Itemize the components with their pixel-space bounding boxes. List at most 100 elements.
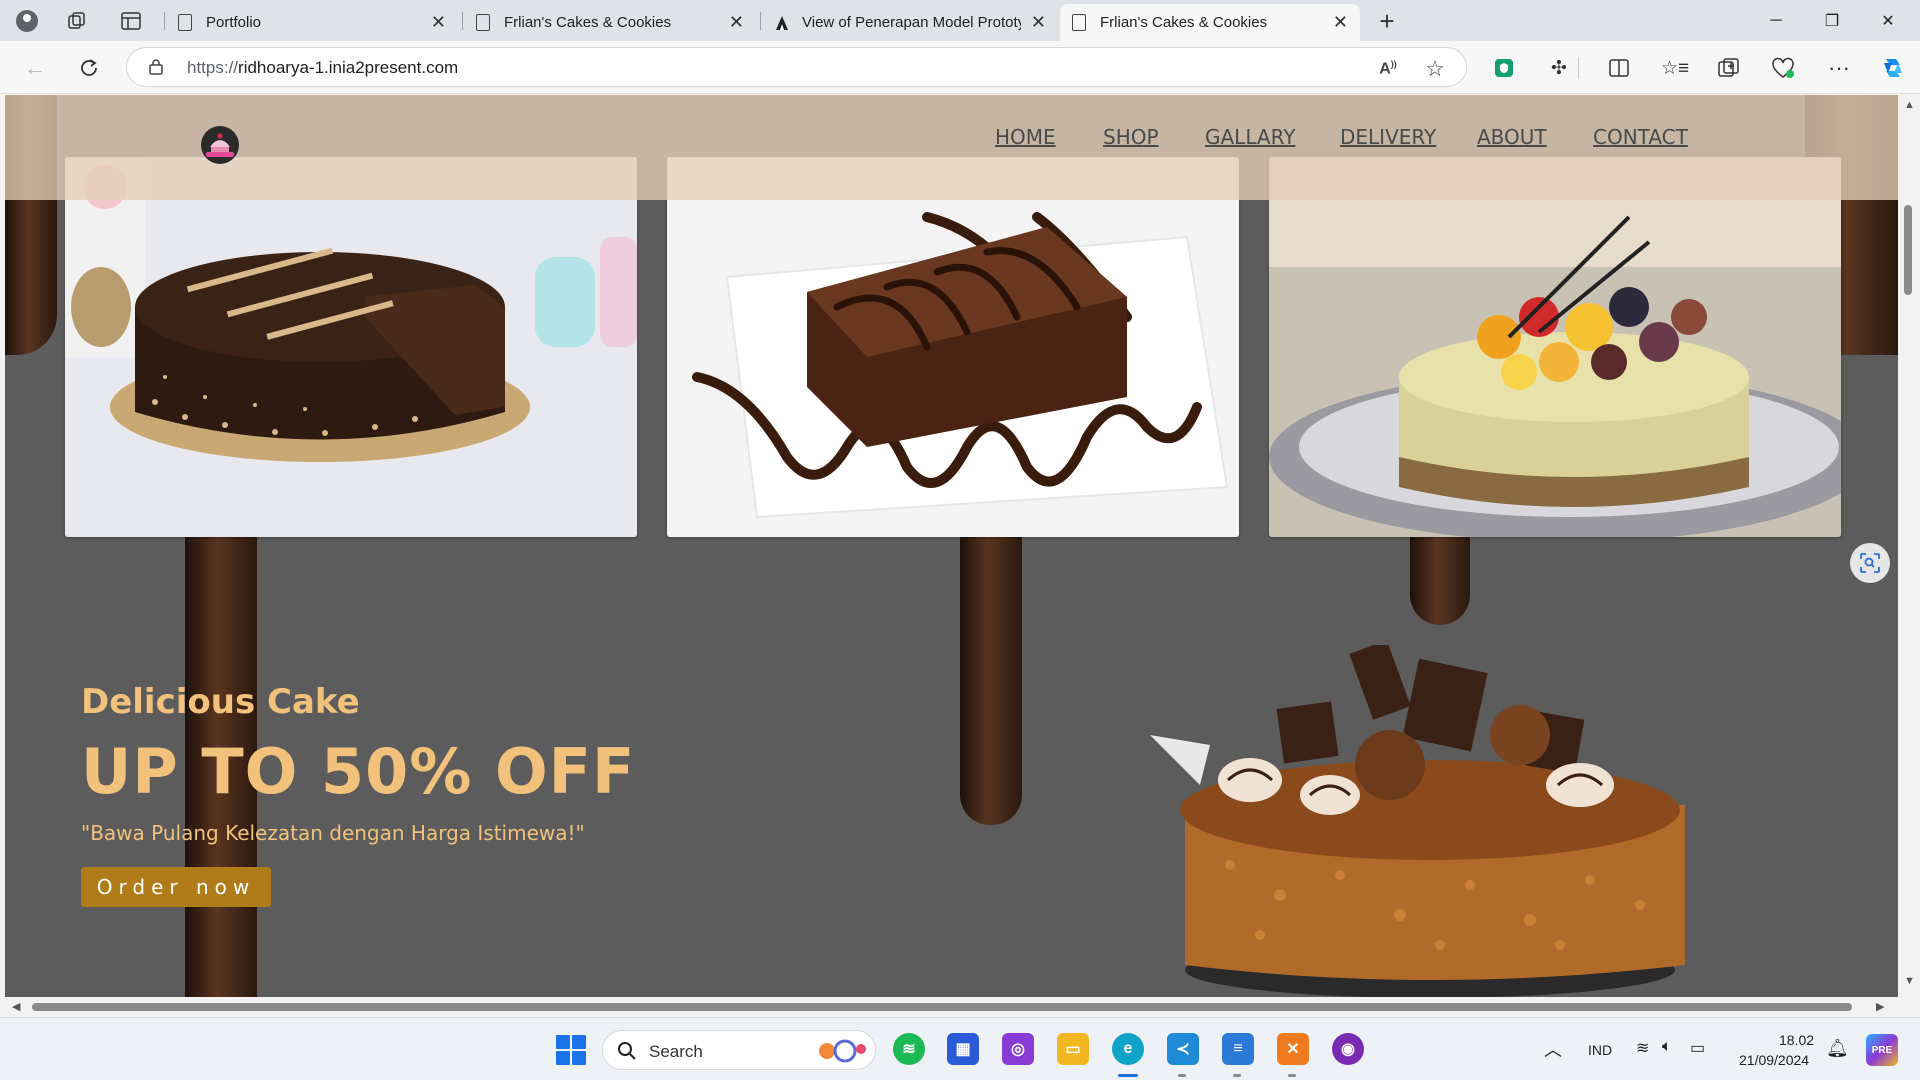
browser-tab-penerapan[interactable]: View of Penerapan Model Prototy ✕ bbox=[762, 4, 1058, 41]
url-host: ridhoarya-1.inia2present.com bbox=[238, 58, 459, 77]
browser-tab-portfolio[interactable]: Portfolio ✕ bbox=[166, 4, 458, 41]
collections-button[interactable] bbox=[1716, 55, 1742, 81]
file-explorer-app[interactable]: ▭ bbox=[1057, 1033, 1089, 1065]
workspaces-button[interactable] bbox=[64, 8, 90, 34]
clock-date[interactable]: 21/09/2024 bbox=[1739, 1052, 1809, 1068]
bakery-logo[interactable] bbox=[198, 125, 242, 165]
scroll-right-arrow-icon[interactable]: ▶ bbox=[1876, 1000, 1884, 1013]
vertical-scroll-thumb[interactable] bbox=[1904, 205, 1912, 295]
taskbar-search[interactable]: Search bbox=[602, 1030, 876, 1070]
nav-gallery[interactable]: GALLARY bbox=[1205, 125, 1295, 149]
volume-icon[interactable]: 🔈︎ bbox=[1662, 1038, 1672, 1056]
minimize-icon: ─ bbox=[1770, 11, 1782, 29]
browser-tab-cakes-active[interactable]: Frlian's Cakes & Cookies ✕ bbox=[1060, 4, 1360, 41]
github-icon: ◉ bbox=[1341, 1041, 1355, 1058]
xampp-icon: ✕ bbox=[1286, 1041, 1300, 1058]
close-tab-icon[interactable]: ✕ bbox=[1031, 12, 1046, 33]
document-favicon bbox=[774, 14, 790, 32]
back-button[interactable]: ← bbox=[20, 53, 50, 83]
tab-label: Frlian's Cakes & Cookies bbox=[504, 14, 672, 31]
address-bar[interactable]: https://ridhoarya-1.inia2present.com A))… bbox=[126, 47, 1467, 87]
product-card-fruit-cheesecake[interactable] bbox=[1269, 157, 1841, 537]
vertical-tabs-button[interactable] bbox=[118, 8, 144, 34]
product-card-chocolate-cake[interactable] bbox=[65, 157, 637, 537]
close-window-button[interactable]: ✕ bbox=[1860, 0, 1916, 41]
lock-icon[interactable] bbox=[149, 59, 163, 75]
fruit-cheesecake-image bbox=[1269, 157, 1841, 537]
nav-contact[interactable]: CONTACT bbox=[1593, 125, 1688, 149]
read-aloud-button[interactable]: A)) bbox=[1376, 58, 1400, 80]
toolbar-separator bbox=[1578, 57, 1579, 79]
nav-home[interactable]: HOME bbox=[995, 125, 1056, 149]
browser-tab-strip: Portfolio ✕ Frlian's Cakes & Cookies ✕ V… bbox=[0, 0, 1920, 41]
wifi-icon[interactable]: ≋ bbox=[1636, 1038, 1649, 1058]
plus-icon: + bbox=[1379, 5, 1395, 36]
site-header: HOME SHOP GALLARY DELIVERY ABOUT CONTACT bbox=[5, 95, 1898, 200]
collections-icon bbox=[1718, 58, 1739, 77]
spotify-app[interactable]: ≋ bbox=[893, 1033, 925, 1065]
browser-essentials-button[interactable] bbox=[1770, 55, 1796, 81]
favorites-list-icon: ☆≡ bbox=[1660, 57, 1690, 79]
favorite-button[interactable]: ☆ bbox=[1423, 56, 1447, 81]
visual-search-button[interactable] bbox=[1850, 543, 1890, 583]
windows-taskbar: Search ≋ ▦ ◎ ▭ e ≺ ≡ ✕ ◉ ︿ IND ≋ 🔈︎ ▭ 18… bbox=[0, 1017, 1920, 1080]
shield-extension-button[interactable] bbox=[1491, 55, 1517, 81]
show-hidden-icons-button[interactable]: ︿ bbox=[1544, 1036, 1562, 1062]
notepad-app[interactable]: ≡ bbox=[1222, 1033, 1254, 1065]
settings-more-button[interactable]: ··· bbox=[1826, 55, 1852, 81]
clock-time[interactable]: 18.02 bbox=[1779, 1032, 1814, 1048]
horizontal-scroll-thumb[interactable] bbox=[32, 1003, 1852, 1011]
copilot-button[interactable] bbox=[1880, 55, 1906, 81]
close-tab-icon[interactable]: ✕ bbox=[729, 12, 744, 33]
active-app-indicator bbox=[1118, 1074, 1138, 1077]
notifications-bell-icon[interactable]: 🔔︎ bbox=[1826, 1038, 1849, 1059]
new-tab-button[interactable]: + bbox=[1374, 5, 1400, 36]
copilot-taskbar-app[interactable]: PRE bbox=[1866, 1034, 1898, 1066]
edge-browser-app[interactable]: e bbox=[1112, 1033, 1144, 1065]
scroll-up-arrow-icon[interactable]: ▲ bbox=[1904, 99, 1915, 111]
visual-search-icon bbox=[1860, 553, 1880, 573]
web-page: HOME SHOP GALLARY DELIVERY ABOUT CONTACT bbox=[5, 95, 1898, 997]
extensions-button[interactable]: ✣ bbox=[1546, 55, 1572, 81]
instagram-app[interactable]: ◎ bbox=[1002, 1033, 1034, 1065]
more-dots-icon: ··· bbox=[1828, 55, 1850, 80]
shield-extension-icon bbox=[1495, 59, 1513, 77]
nav-delivery[interactable]: DELIVERY bbox=[1340, 125, 1436, 149]
favorites-button[interactable]: ☆≡ bbox=[1660, 55, 1690, 81]
profile-icon bbox=[16, 10, 38, 32]
horizontal-scrollbar[interactable]: ◀ ▶ bbox=[0, 997, 1898, 1017]
chocolate-cake-image bbox=[65, 157, 637, 537]
split-screen-button[interactable] bbox=[1606, 55, 1632, 81]
nav-about[interactable]: ABOUT bbox=[1477, 125, 1547, 149]
screen: Portfolio ✕ Frlian's Cakes & Cookies ✕ V… bbox=[0, 0, 1920, 1080]
profile-button[interactable] bbox=[10, 6, 44, 36]
vscode-app[interactable]: ≺ bbox=[1167, 1033, 1199, 1065]
restore-button[interactable]: ❐ bbox=[1804, 0, 1860, 41]
refresh-icon bbox=[81, 59, 97, 76]
close-tab-icon[interactable]: ✕ bbox=[1333, 12, 1348, 33]
refresh-button[interactable] bbox=[74, 53, 104, 83]
scroll-left-arrow-icon[interactable]: ◀ bbox=[12, 1000, 20, 1013]
xampp-app[interactable]: ✕ bbox=[1277, 1033, 1309, 1065]
close-tab-icon[interactable]: ✕ bbox=[431, 12, 446, 33]
start-button[interactable] bbox=[556, 1035, 586, 1065]
vertical-scrollbar[interactable]: ▲ ▼ bbox=[1898, 95, 1920, 997]
browser-toolbar: ← https://ridhoarya-1.inia2present.com A… bbox=[0, 41, 1920, 94]
github-desktop-app[interactable]: ◉ bbox=[1332, 1033, 1364, 1065]
input-language[interactable]: IND bbox=[1588, 1042, 1612, 1058]
minimize-button[interactable]: ─ bbox=[1748, 0, 1804, 41]
scroll-down-arrow-icon[interactable]: ▼ bbox=[1904, 975, 1915, 987]
battery-icon[interactable]: ▭ bbox=[1690, 1038, 1705, 1058]
product-card-brownie[interactable] bbox=[667, 157, 1239, 537]
page-icon bbox=[1072, 14, 1086, 31]
windows-logo-icon bbox=[556, 1035, 570, 1049]
order-now-button[interactable]: Order now bbox=[81, 867, 271, 907]
search-highlight-icon bbox=[819, 1039, 866, 1063]
microsoft-store-app[interactable]: ▦ bbox=[947, 1033, 979, 1065]
nav-shop[interactable]: SHOP bbox=[1103, 125, 1159, 149]
windows-logo-icon bbox=[556, 1051, 570, 1065]
browser-tab-cakes-1[interactable]: Frlian's Cakes & Cookies ✕ bbox=[464, 4, 756, 41]
chevron-up-icon: ︿ bbox=[1544, 1040, 1562, 1060]
copilot-icon bbox=[1884, 59, 1902, 77]
folder-icon: ▭ bbox=[1065, 1041, 1081, 1058]
